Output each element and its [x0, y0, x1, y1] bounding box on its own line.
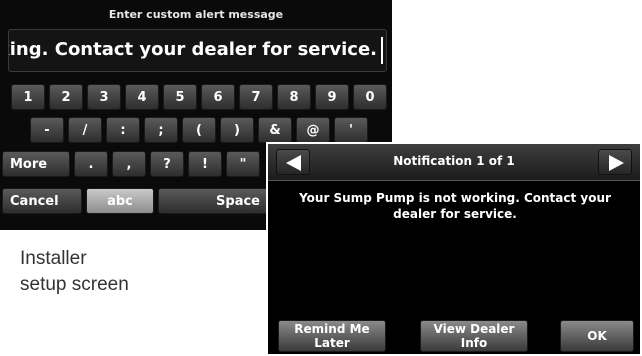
ok-button[interactable]: OK [560, 320, 634, 352]
key-slash[interactable]: / [68, 117, 102, 143]
caption-line-1: Installer [20, 248, 87, 269]
right-arrow-icon [609, 155, 624, 171]
notification-screen: Notification 1 of 1 Your Sump Pump is no… [266, 142, 642, 356]
key-7[interactable]: 7 [239, 84, 273, 110]
key-apostrophe[interactable]: ' [334, 117, 368, 143]
notification-header: Notification 1 of 1 [268, 144, 640, 181]
ok-button-label: OK [587, 329, 607, 343]
alert-message-input[interactable]: orking. Contact your dealer for service. [8, 29, 387, 72]
cancel-button[interactable]: Cancel [2, 188, 82, 214]
key-exclamation[interactable]: ! [188, 151, 222, 177]
key-6[interactable]: 6 [201, 84, 235, 110]
key-8[interactable]: 8 [277, 84, 311, 110]
screen-caption: Installer setup screen [20, 246, 129, 298]
key-hyphen[interactable]: - [30, 117, 64, 143]
key-open-paren[interactable]: ( [182, 117, 216, 143]
notification-message: Your Sump Pump is not working. Contact y… [299, 191, 611, 221]
key-quote[interactable]: " [226, 151, 260, 177]
key-9[interactable]: 9 [315, 84, 349, 110]
key-at[interactable]: @ [296, 117, 330, 143]
key-1[interactable]: 1 [11, 84, 45, 110]
more-key[interactable]: More [2, 151, 70, 177]
key-period[interactable]: . [74, 151, 108, 177]
view-dealer-info-line-1: View Dealer [433, 322, 515, 336]
key-colon[interactable]: : [106, 117, 140, 143]
key-0[interactable]: 0 [353, 84, 387, 110]
abc-key[interactable]: abc [86, 188, 154, 214]
caption-line-2: setup screen [20, 274, 129, 295]
key-5[interactable]: 5 [163, 84, 197, 110]
key-ampersand[interactable]: & [258, 117, 292, 143]
remind-me-later-line-2: Later [314, 336, 350, 350]
notification-title: Notification 1 of 1 [393, 154, 515, 168]
text-caret [381, 37, 383, 64]
alert-message-value: orking. Contact your dealer for service. [8, 39, 377, 60]
key-comma[interactable]: , [112, 151, 146, 177]
key-close-paren[interactable]: ) [220, 117, 254, 143]
remind-me-later-button[interactable]: Remind Me Later [278, 320, 386, 352]
key-semicolon[interactable]: ; [144, 117, 178, 143]
key-2[interactable]: 2 [49, 84, 83, 110]
key-3[interactable]: 3 [87, 84, 121, 110]
view-dealer-info-button[interactable]: View Dealer Info [420, 320, 528, 352]
space-key[interactable]: Space [158, 188, 268, 214]
remind-me-later-line-1: Remind Me [294, 322, 370, 336]
keyboard-title: Enter custom alert message [108, 8, 284, 21]
next-notification-button[interactable] [598, 149, 632, 175]
key-4[interactable]: 4 [125, 84, 159, 110]
view-dealer-info-line-2: Info [460, 336, 488, 350]
key-question[interactable]: ? [150, 151, 184, 177]
